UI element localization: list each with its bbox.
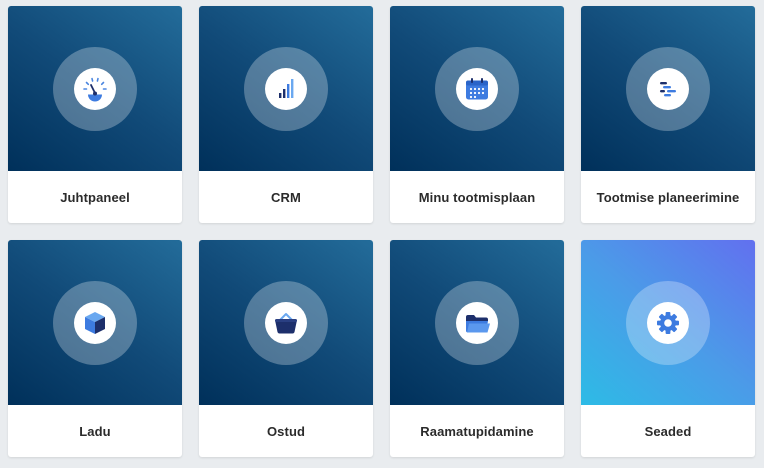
- tile-warehouse[interactable]: Ladu: [8, 240, 182, 457]
- icon-halo: [244, 46, 328, 131]
- module-grid: Juhtpaneel CRM Minu tootmisplaan Tootmis…: [8, 6, 756, 457]
- icon-halo: [435, 46, 519, 131]
- tile-my-production-plan[interactable]: Minu tootmisplaan: [390, 6, 564, 223]
- tile-dashboard[interactable]: Juhtpaneel: [8, 6, 182, 223]
- tile-accounting-banner: [390, 240, 564, 405]
- basket-icon: [265, 301, 307, 344]
- tile-purchases[interactable]: Ostud: [199, 240, 373, 457]
- tile-production-planning[interactable]: Tootmise planeerimine: [581, 6, 755, 223]
- tile-production-planning-label: Tootmise planeerimine: [596, 189, 740, 205]
- tile-dashboard-label: Juhtpaneel: [60, 189, 130, 205]
- tile-purchases-label: Ostud: [266, 423, 306, 439]
- tile-crm[interactable]: CRM: [199, 6, 373, 223]
- tile-accounting-label: Raamatupidamine: [420, 423, 534, 439]
- tile-settings-label: Seaded: [644, 423, 692, 439]
- tile-crm-label: CRM: [271, 189, 301, 205]
- icon-halo: [626, 280, 710, 365]
- gantt-icon: [647, 67, 689, 110]
- bar-chart-icon: [265, 67, 307, 110]
- tile-warehouse-banner: [8, 240, 182, 405]
- box-icon: [74, 301, 116, 344]
- calendar-icon: [456, 67, 498, 110]
- icon-halo: [626, 46, 710, 131]
- tile-crm-banner: [199, 6, 373, 171]
- tile-warehouse-label: Ladu: [79, 423, 111, 439]
- tile-settings[interactable]: Seaded: [581, 240, 755, 457]
- tile-purchases-banner: [199, 240, 373, 405]
- tile-settings-banner: [581, 240, 755, 405]
- tile-production-planning-banner: [581, 6, 755, 171]
- tile-my-production-plan-label: Minu tootmisplaan: [418, 189, 536, 205]
- tile-my-production-plan-banner: [390, 6, 564, 171]
- gear-icon: [647, 301, 689, 344]
- icon-halo: [435, 280, 519, 365]
- tile-dashboard-banner: [8, 6, 182, 171]
- tile-accounting[interactable]: Raamatupidamine: [390, 240, 564, 457]
- icon-halo: [244, 280, 328, 365]
- icon-halo: [53, 280, 137, 365]
- icon-halo: [53, 46, 137, 131]
- folder-icon: [456, 301, 498, 344]
- speedometer-icon: [74, 67, 116, 110]
